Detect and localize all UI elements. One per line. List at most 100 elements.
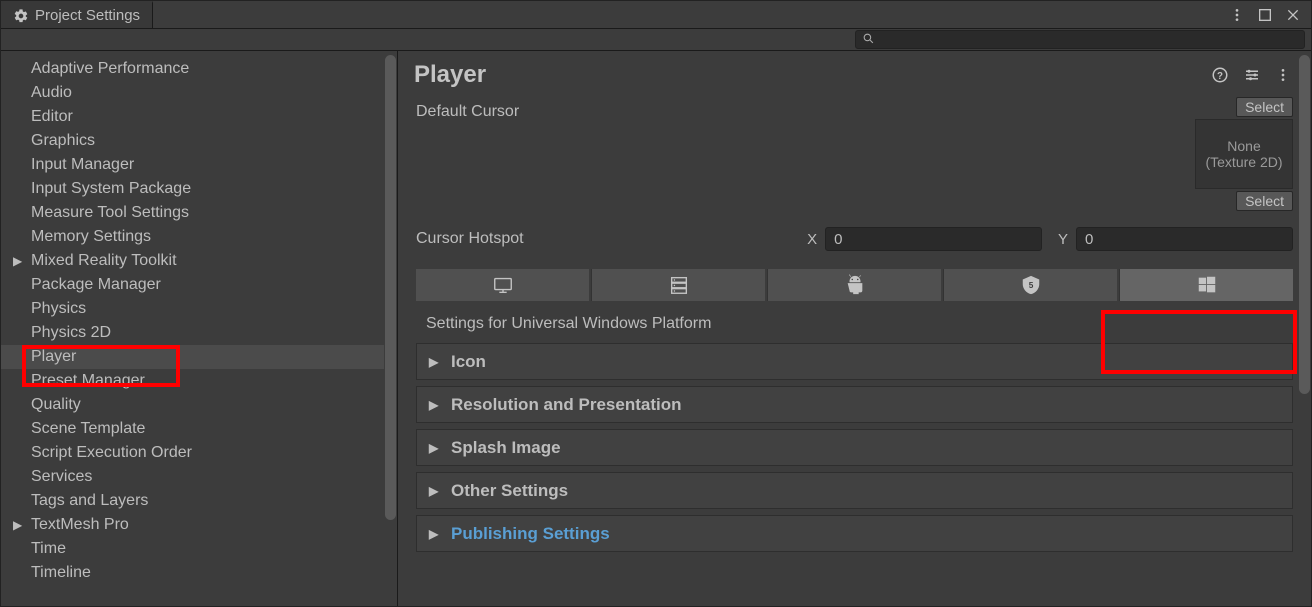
- more-icon[interactable]: [1229, 7, 1245, 23]
- standalone-icon: [492, 274, 514, 296]
- sidebar-item-editor[interactable]: Editor: [1, 105, 397, 129]
- cursor-select-top-button[interactable]: Select: [1236, 97, 1293, 117]
- main-panel: Player ? Default Cursor: [398, 51, 1311, 606]
- window-controls: [1219, 1, 1311, 28]
- page-title: Player: [414, 61, 1211, 89]
- sidebar-item-quality[interactable]: Quality: [1, 393, 397, 417]
- sidebar-item-measure-tool-settings[interactable]: Measure Tool Settings: [1, 201, 397, 225]
- sidebar-item-memory-settings[interactable]: Memory Settings: [1, 225, 397, 249]
- foldout-arrow-icon: ▶: [429, 398, 441, 412]
- tab-label: Project Settings: [35, 7, 140, 24]
- search-input[interactable]: [884, 32, 1298, 47]
- sidebar-scrollbar[interactable]: [384, 55, 397, 602]
- foldout-label: Splash Image: [451, 438, 561, 458]
- settings-for-label: Settings for Universal Windows Platform: [416, 305, 1293, 343]
- titlebar: Project Settings: [1, 1, 1311, 29]
- sidebar-item-label: Input Manager: [31, 156, 134, 174]
- sidebar-item-input-system-package[interactable]: Input System Package: [1, 177, 397, 201]
- search-icon: [862, 32, 878, 48]
- hotspot-y-input[interactable]: [1076, 227, 1293, 251]
- sidebar-item-label: Audio: [31, 84, 72, 102]
- sidebar-item-tags-and-layers[interactable]: Tags and Layers: [1, 489, 397, 513]
- close-icon[interactable]: [1285, 7, 1301, 23]
- webgl-icon: 5: [1020, 274, 1042, 296]
- x-label: X: [799, 231, 817, 248]
- foldout-arrow-icon: ▶: [429, 484, 441, 498]
- sidebar-item-label: Tags and Layers: [31, 492, 148, 510]
- sidebar-item-mixed-reality-toolkit[interactable]: ▶ Mixed Reality Toolkit: [1, 249, 397, 273]
- sidebar-item-textmesh-pro[interactable]: ▶ TextMesh Pro: [1, 513, 397, 537]
- sidebar-item-label: Editor: [31, 108, 73, 126]
- sidebar-item-services[interactable]: Services: [1, 465, 397, 489]
- foldout-icon[interactable]: ▶ Icon: [416, 343, 1293, 380]
- platform-tab-android[interactable]: [767, 269, 941, 301]
- default-cursor-label: Default Cursor: [416, 97, 1195, 213]
- search-field[interactable]: [855, 30, 1305, 49]
- help-icon[interactable]: ?: [1211, 66, 1229, 84]
- sidebar-item-label: Measure Tool Settings: [31, 204, 189, 222]
- sidebar-item-label: Physics: [31, 300, 86, 318]
- sidebar-item-label: Services: [31, 468, 92, 486]
- sidebar-item-graphics[interactable]: Graphics: [1, 129, 397, 153]
- platform-tab-uwp[interactable]: [1119, 269, 1293, 301]
- foldout-label: Publishing Settings: [451, 524, 610, 544]
- sidebar-item-physics-2d[interactable]: Physics 2D: [1, 321, 397, 345]
- cursor-hotspot-row: Cursor Hotspot X Y: [416, 227, 1293, 251]
- settings-sidebar: Adaptive Performance Audio Editor Graphics I…: [1, 51, 398, 606]
- foldout-arrow-icon: ▶: [429, 355, 441, 369]
- sidebar-item-label: Adaptive Performance: [31, 60, 189, 78]
- svg-text:?: ?: [1217, 71, 1223, 82]
- sidebar-item-physics[interactable]: Physics: [1, 297, 397, 321]
- sidebar-item-input-manager[interactable]: Input Manager: [1, 153, 397, 177]
- sidebar-item-player[interactable]: Player: [1, 345, 397, 369]
- foldout-resolution-and-presentation[interactable]: ▶Resolution and Presentation: [416, 386, 1293, 423]
- sidebar-item-label: Preset Manager: [31, 372, 145, 390]
- context-menu-icon[interactable]: [1275, 67, 1291, 83]
- maximize-icon[interactable]: [1257, 7, 1273, 23]
- cursor-texture-slot[interactable]: None (Texture 2D): [1195, 119, 1293, 189]
- foldout-label: Icon: [451, 352, 486, 372]
- sidebar-item-time[interactable]: Time: [1, 537, 397, 561]
- cursor-hotspot-label: Cursor Hotspot: [416, 230, 791, 248]
- sidebar-scroll-thumb[interactable]: [385, 55, 396, 520]
- sidebar-item-audio[interactable]: Audio: [1, 81, 397, 105]
- foldout-other-settings[interactable]: ▶ Other Settings: [416, 472, 1293, 509]
- platform-tab-dedicated-server[interactable]: [591, 269, 765, 301]
- expand-arrow-icon[interactable]: ▶: [13, 254, 27, 268]
- presets-icon[interactable]: [1243, 66, 1261, 84]
- sidebar-item-label: Input System Package: [31, 180, 191, 198]
- tab-project-settings[interactable]: Project Settings: [1, 1, 153, 28]
- hotspot-x-input[interactable]: [825, 227, 1042, 251]
- foldout-arrow-icon: ▶: [429, 527, 441, 541]
- sidebar-item-label: Time: [31, 540, 66, 558]
- sidebar-item-label: TextMesh Pro: [31, 516, 129, 534]
- project-settings-window: Project Settings Adaptive Performance Aud…: [0, 0, 1312, 607]
- sidebar-item-label: Scene Template: [31, 420, 145, 438]
- sidebar-item-adaptive-performance[interactable]: Adaptive Performance: [1, 57, 397, 81]
- sidebar-item-label: Graphics: [31, 132, 95, 150]
- gear-icon: [13, 8, 29, 24]
- sidebar-item-package-manager[interactable]: Package Manager: [1, 273, 397, 297]
- foldout-splash-image[interactable]: ▶Splash Image: [416, 429, 1293, 466]
- platform-tab-webgl[interactable]: 5: [943, 269, 1117, 301]
- sidebar-item-timeline[interactable]: Timeline: [1, 561, 397, 585]
- sidebar-item-label: Package Manager: [31, 276, 161, 294]
- sidebar-item-preset-manager[interactable]: Preset Manager: [1, 369, 397, 393]
- sidebar-item-scene-template[interactable]: Scene Template: [1, 417, 397, 441]
- main-scroll-thumb[interactable]: [1299, 55, 1310, 394]
- svg-text:5: 5: [1028, 281, 1033, 290]
- dedicated-server-icon: [668, 274, 690, 296]
- sidebar-item-label: Mixed Reality Toolkit: [31, 252, 177, 270]
- foldout-label: Other Settings: [451, 481, 568, 501]
- platform-tab-standalone[interactable]: [416, 269, 589, 301]
- expand-arrow-icon[interactable]: ▶: [13, 518, 27, 532]
- cursor-none-text: None: [1227, 138, 1260, 154]
- search-bar: [1, 29, 1311, 51]
- sidebar-item-script-execution-order[interactable]: Script Execution Order: [1, 441, 397, 465]
- sidebar-item-label: Player: [31, 348, 76, 366]
- sidebar-item-label: Timeline: [31, 564, 91, 582]
- sidebar-item-label: Physics 2D: [31, 324, 111, 342]
- main-scrollbar[interactable]: [1298, 55, 1311, 602]
- foldout-publishing-settings[interactable]: ▶ Publishing Settings: [416, 515, 1293, 552]
- cursor-select-bottom-button[interactable]: Select: [1236, 191, 1293, 211]
